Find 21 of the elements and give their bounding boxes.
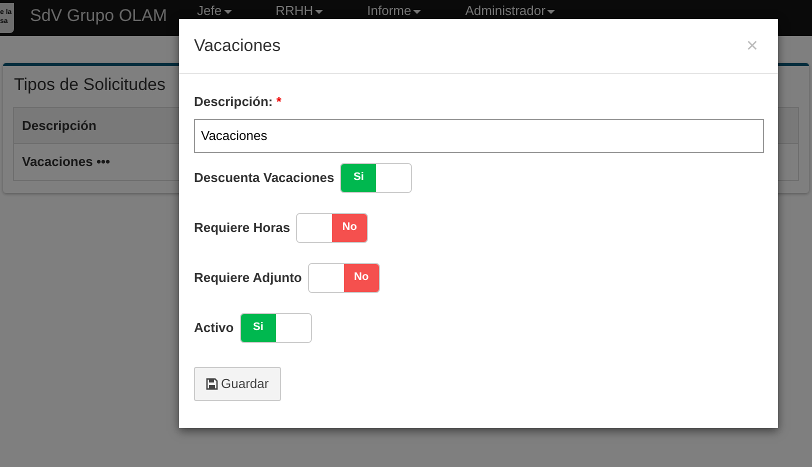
toggle-label: Requiere Horas [194,218,290,237]
menu-link[interactable]: Informe [367,4,422,17]
panel-title: Tipos de Solicitudes [14,74,166,96]
toggle-switch[interactable]: Si [340,162,412,192]
toggle-label: Requiere Adjunto [194,268,302,287]
toggle-switch[interactable]: No [296,212,368,242]
toggle-label: Activo [194,318,234,337]
save-icon [206,378,218,390]
brand-link[interactable]: SdV Grupo OLAM [30,3,168,28]
caret-icon [547,10,556,14]
modal-title: Vacaciones [194,35,281,58]
menu-link[interactable]: RRHH [276,4,324,17]
toggle-switch[interactable]: No [308,262,380,292]
caret-icon [224,10,232,14]
menu-link[interactable]: Administrador [465,4,556,17]
toggle-switch[interactable]: Si [240,312,312,342]
menu-link[interactable]: Jefe [197,4,232,17]
caret-icon [413,10,422,14]
description-field[interactable]: Vacaciones [194,118,764,152]
caret-icon [315,10,324,14]
save-button[interactable]: Guardar [194,366,281,400]
